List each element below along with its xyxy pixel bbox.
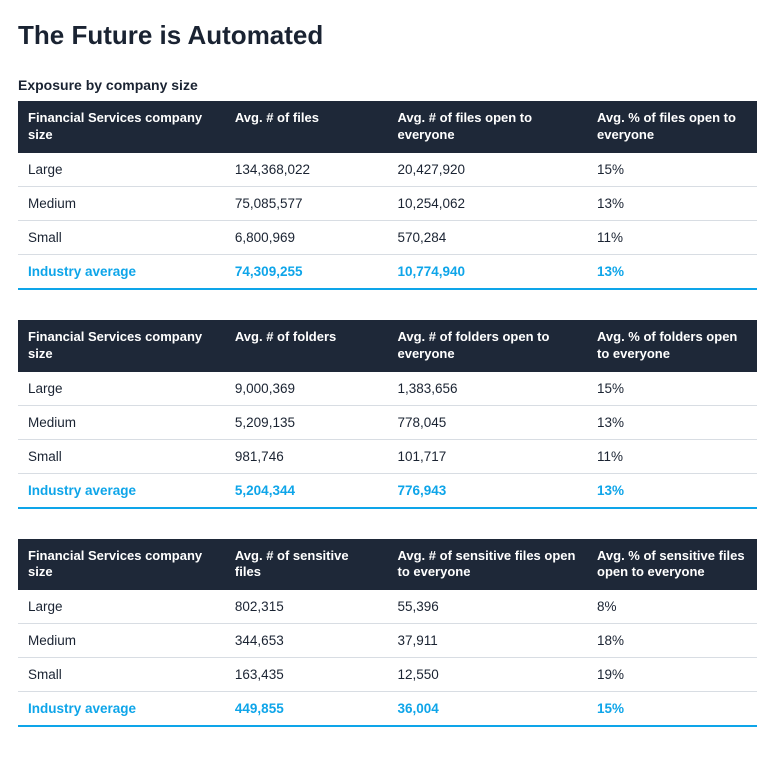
cell: Medium xyxy=(18,624,225,658)
cell: 13% xyxy=(587,405,757,439)
table-row: Large 802,315 55,396 8% xyxy=(18,590,757,624)
table-row: Medium 75,085,577 10,254,062 13% xyxy=(18,186,757,220)
col-header: Avg. # of folders xyxy=(225,320,388,372)
cell: 74,309,255 xyxy=(225,254,388,289)
table-row: Small 163,435 12,550 19% xyxy=(18,658,757,692)
col-header: Financial Services company size xyxy=(18,539,225,591)
table-row: Small 981,746 101,717 11% xyxy=(18,439,757,473)
exposure-table-sensitive: Financial Services company size Avg. # o… xyxy=(18,539,757,728)
cell: Small xyxy=(18,220,225,254)
cell: 101,717 xyxy=(387,439,587,473)
cell: 20,427,920 xyxy=(387,153,587,187)
cell: 981,746 xyxy=(225,439,388,473)
cell: Large xyxy=(18,153,225,187)
cell: 36,004 xyxy=(387,692,587,727)
col-header: Avg. # of files xyxy=(225,101,388,153)
col-header: Avg. # of sensitive files open to everyo… xyxy=(387,539,587,591)
table-row: Medium 5,209,135 778,045 13% xyxy=(18,405,757,439)
cell: 75,085,577 xyxy=(225,186,388,220)
table-row: Medium 344,653 37,911 18% xyxy=(18,624,757,658)
col-header: Financial Services company size xyxy=(18,101,225,153)
exposure-table-folders: Financial Services company size Avg. # o… xyxy=(18,320,757,509)
industry-average-row: Industry average 5,204,344 776,943 13% xyxy=(18,473,757,508)
cell: Small xyxy=(18,439,225,473)
cell: 15% xyxy=(587,372,757,406)
cell: 776,943 xyxy=(387,473,587,508)
cell: 15% xyxy=(587,153,757,187)
col-header: Avg. # of sensitive files xyxy=(225,539,388,591)
cell: 11% xyxy=(587,439,757,473)
cell: Industry average xyxy=(18,473,225,508)
cell: 19% xyxy=(587,658,757,692)
cell: Medium xyxy=(18,405,225,439)
col-header: Avg. % of sensitive files open to everyo… xyxy=(587,539,757,591)
cell: 55,396 xyxy=(387,590,587,624)
cell: Industry average xyxy=(18,254,225,289)
col-header: Avg. # of files open to everyone xyxy=(387,101,587,153)
cell: 134,368,022 xyxy=(225,153,388,187)
cell: 570,284 xyxy=(387,220,587,254)
cell: 10,774,940 xyxy=(387,254,587,289)
industry-average-row: Industry average 449,855 36,004 15% xyxy=(18,692,757,727)
cell: 13% xyxy=(587,186,757,220)
cell: 1,383,656 xyxy=(387,372,587,406)
cell: 5,204,344 xyxy=(225,473,388,508)
table-row: Large 134,368,022 20,427,920 15% xyxy=(18,153,757,187)
col-header: Avg. % of folders open to everyone xyxy=(587,320,757,372)
cell: 12,550 xyxy=(387,658,587,692)
cell: 18% xyxy=(587,624,757,658)
cell: 9,000,369 xyxy=(225,372,388,406)
cell: 344,653 xyxy=(225,624,388,658)
cell: Industry average xyxy=(18,692,225,727)
col-header: Financial Services company size xyxy=(18,320,225,372)
page-title: The Future is Automated xyxy=(18,20,757,51)
cell: Large xyxy=(18,590,225,624)
section-subtitle: Exposure by company size xyxy=(18,77,757,93)
cell: 802,315 xyxy=(225,590,388,624)
cell: 10,254,062 xyxy=(387,186,587,220)
exposure-table-files: Financial Services company size Avg. # o… xyxy=(18,101,757,290)
industry-average-row: Industry average 74,309,255 10,774,940 1… xyxy=(18,254,757,289)
cell: Large xyxy=(18,372,225,406)
cell: 37,911 xyxy=(387,624,587,658)
cell: 163,435 xyxy=(225,658,388,692)
cell: 778,045 xyxy=(387,405,587,439)
cell: 13% xyxy=(587,473,757,508)
cell: 8% xyxy=(587,590,757,624)
cell: 6,800,969 xyxy=(225,220,388,254)
table-row: Large 9,000,369 1,383,656 15% xyxy=(18,372,757,406)
cell: 449,855 xyxy=(225,692,388,727)
col-header: Avg. % of files open to everyone xyxy=(587,101,757,153)
cell: 11% xyxy=(587,220,757,254)
cell: 13% xyxy=(587,254,757,289)
col-header: Avg. # of folders open to everyone xyxy=(387,320,587,372)
cell: 15% xyxy=(587,692,757,727)
cell: Medium xyxy=(18,186,225,220)
cell: 5,209,135 xyxy=(225,405,388,439)
cell: Small xyxy=(18,658,225,692)
table-row: Small 6,800,969 570,284 11% xyxy=(18,220,757,254)
